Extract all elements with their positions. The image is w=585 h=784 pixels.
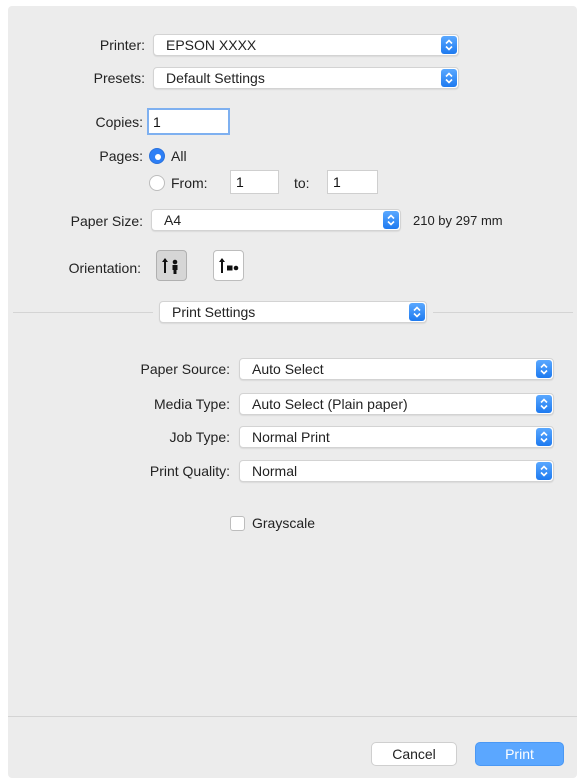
pages-from-field[interactable]: 1 xyxy=(230,170,279,194)
media-type-value: Auto Select (Plain paper) xyxy=(252,396,408,412)
pages-all-radio[interactable] xyxy=(149,148,165,164)
media-type-popup[interactable]: Auto Select (Plain paper) xyxy=(239,393,554,415)
stepper-icon xyxy=(441,69,457,87)
printer-label: Printer: xyxy=(99,37,145,53)
orientation-portrait-button[interactable] xyxy=(156,250,187,281)
paper-source-popup[interactable]: Auto Select xyxy=(239,358,554,380)
grayscale-label: Grayscale xyxy=(252,515,316,531)
print-quality-value: Normal xyxy=(252,463,298,479)
printer-popup[interactable]: EPSON XXXX xyxy=(153,34,459,56)
paper-size-value: A4 xyxy=(164,212,182,228)
paper-dimensions: 210 by 297 mm xyxy=(413,213,503,228)
presets-popup[interactable]: Default Settings xyxy=(153,67,459,89)
job-type-label: Job Type: xyxy=(169,429,230,445)
separator-right xyxy=(433,312,573,313)
job-type-value: Normal Print xyxy=(252,429,330,445)
pages-to-value: 1 xyxy=(333,174,341,190)
pages-to-field[interactable]: 1 xyxy=(327,170,378,194)
grayscale-checkbox[interactable] xyxy=(230,516,245,531)
section-popup[interactable]: Print Settings xyxy=(159,301,427,323)
job-type-popup[interactable]: Normal Print xyxy=(239,426,554,448)
presets-label: Presets: xyxy=(93,70,145,86)
pages-all-label: All xyxy=(171,148,187,164)
print-quality-label: Print Quality: xyxy=(149,463,230,479)
stepper-icon xyxy=(536,428,552,446)
copies-field[interactable]: 1 xyxy=(147,108,230,135)
copies-label: Copies: xyxy=(95,114,143,130)
stepper-icon xyxy=(536,395,552,413)
orientation-landscape-button[interactable] xyxy=(213,250,244,281)
footer-separator xyxy=(8,716,577,717)
separator-left xyxy=(13,312,153,313)
pages-label: Pages: xyxy=(99,148,143,164)
stepper-icon xyxy=(536,462,552,480)
landscape-icon xyxy=(219,258,239,273)
stepper-icon xyxy=(536,360,552,378)
paper-size-popup[interactable]: A4 xyxy=(151,209,401,231)
print-dialog: Printer: EPSON XXXX Presets: Default Set… xyxy=(8,6,577,778)
paper-size-label: Paper Size: xyxy=(70,213,143,229)
media-type-label: Media Type: xyxy=(153,396,230,412)
stepper-icon xyxy=(383,211,399,229)
cancel-button[interactable]: Cancel xyxy=(371,742,457,766)
stepper-icon xyxy=(409,303,425,321)
section-value: Print Settings xyxy=(172,304,256,320)
printer-value: EPSON XXXX xyxy=(166,37,257,53)
print-quality-popup[interactable]: Normal xyxy=(239,460,554,482)
pages-from-label: From: xyxy=(171,175,208,191)
orientation-label: Orientation: xyxy=(68,260,141,276)
copies-value: 1 xyxy=(153,114,161,130)
paper-source-label: Paper Source: xyxy=(140,361,231,377)
pages-from-value: 1 xyxy=(236,174,244,190)
stepper-icon xyxy=(441,36,457,54)
paper-source-value: Auto Select xyxy=(252,361,324,377)
pages-to-label: to: xyxy=(294,175,310,191)
presets-value: Default Settings xyxy=(166,70,265,86)
pages-from-radio[interactable] xyxy=(149,175,165,191)
portrait-icon xyxy=(162,258,178,274)
print-button[interactable]: Print xyxy=(475,742,564,766)
